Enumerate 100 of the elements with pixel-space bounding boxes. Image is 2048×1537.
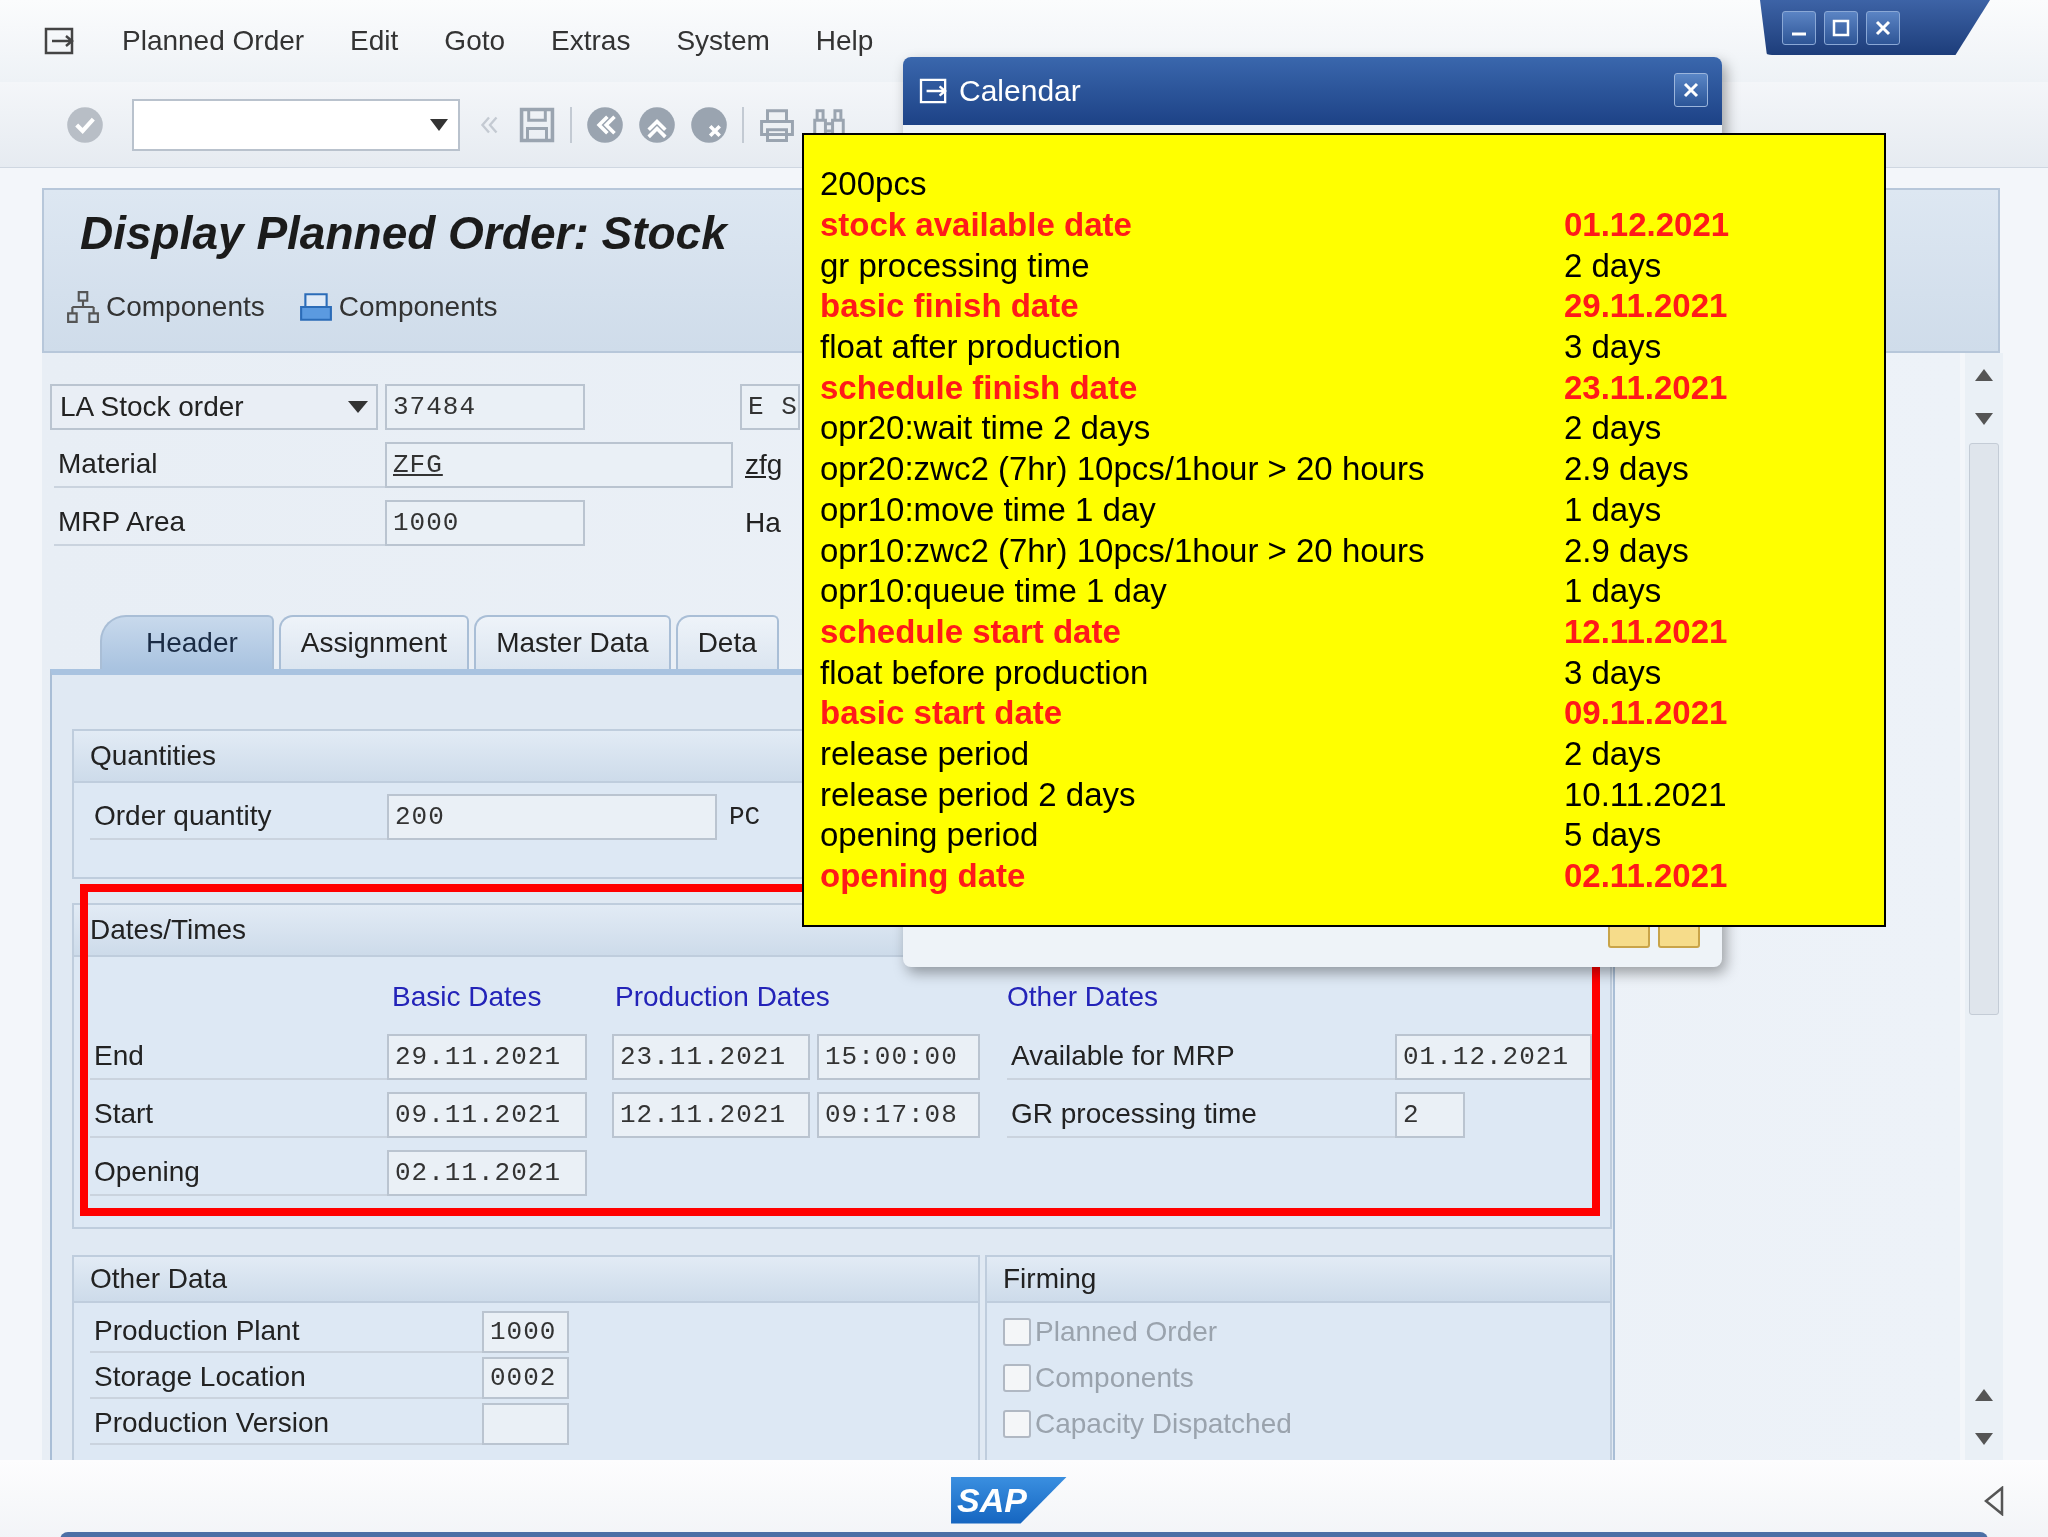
field-label: Storage Location [90, 1357, 482, 1399]
maximize-icon [1832, 18, 1850, 37]
menu-item[interactable]: System [676, 25, 770, 57]
tab[interactable]: Assignment [278, 615, 470, 669]
tab[interactable]: Header [100, 615, 274, 669]
menu-item[interactable]: Goto [444, 25, 506, 57]
hierarchy-icon [66, 290, 100, 324]
note-value: 1 days [1564, 490, 1662, 529]
note-text: opening period [820, 816, 1040, 855]
note-text: stock available date [820, 206, 1133, 245]
check-icon[interactable] [66, 105, 104, 144]
input-field[interactable] [482, 1403, 569, 1445]
note-value: 29.11.2021 [1564, 287, 1728, 326]
screen-title: Display Planned Order: Stock [80, 206, 727, 261]
menu-icon[interactable] [44, 27, 76, 55]
note-text: basic finish date [820, 287, 1080, 326]
checkbox-label: Components [1035, 1362, 1194, 1394]
scrollbar-thumb[interactable] [1969, 443, 1999, 1015]
close-button[interactable] [1866, 10, 1900, 45]
input-field[interactable]: 09:17:08 [817, 1092, 980, 1138]
input-field[interactable]: 15:00:00 [817, 1034, 980, 1080]
components-button[interactable]: Components [66, 290, 265, 324]
note-text: 200pcs [820, 165, 928, 204]
input-field[interactable]: 01.12.2021 [1395, 1034, 1592, 1080]
group-header: Firming [987, 1257, 1610, 1303]
column-header: Production Dates [615, 981, 831, 1013]
close-icon [1874, 18, 1892, 37]
caret-icon [348, 401, 368, 413]
input-field[interactable]: 12.11.2021 [612, 1092, 810, 1138]
close-button[interactable] [1674, 73, 1708, 107]
close-icon [1682, 81, 1700, 99]
collapse-icon[interactable] [1984, 1486, 2004, 1516]
note-value: 12.11.2021 [1564, 612, 1728, 651]
maximize-button[interactable] [1824, 10, 1858, 45]
menu-item[interactable]: Help [815, 25, 874, 57]
tray-icon [298, 290, 333, 324]
input-field[interactable]: ZFG [385, 442, 733, 488]
unit-text: PC [729, 802, 761, 832]
scroll-down-icon[interactable] [1975, 413, 1993, 425]
input-field[interactable]: 0002 [482, 1357, 569, 1399]
command-field[interactable] [132, 98, 460, 151]
menu-item[interactable]: Extras [551, 25, 631, 57]
note-text: schedule finish date [820, 368, 1139, 407]
note-text: gr processing time [820, 246, 1091, 285]
note-text: basic start date [820, 694, 1064, 733]
input-field[interactable]: 37484 [385, 384, 585, 430]
note-value: 2.9 days [1564, 531, 1689, 570]
caret-icon [430, 118, 448, 131]
column-header: Basic Dates [392, 981, 543, 1013]
note-value: 2 days [1564, 246, 1662, 285]
tab[interactable]: Master Data [474, 615, 671, 669]
minimize-button[interactable] [1782, 10, 1816, 45]
note-value: 09.11.2021 [1564, 694, 1728, 733]
input-field[interactable]: 23.11.2021 [612, 1034, 810, 1080]
group-header: Other Data [74, 1257, 978, 1303]
tab[interactable]: Deta [675, 615, 779, 669]
note-text: schedule start date [820, 612, 1122, 651]
note-value: 2.9 days [1564, 450, 1689, 489]
note-text: opening date [820, 857, 1027, 896]
dialog-title: Calendar [959, 74, 1081, 108]
checkbox-label: Planned Order [1035, 1316, 1218, 1348]
note-text: float after production [820, 328, 1122, 367]
input-field[interactable]: 2 [1395, 1092, 1465, 1138]
input-field[interactable]: 1000 [482, 1311, 569, 1353]
input-field[interactable]: 200 [387, 794, 717, 840]
checkbox-label: Capacity Dispatched [1035, 1408, 1292, 1440]
note-text: opr20:wait time 2 days [820, 409, 1152, 448]
menu-item[interactable]: Edit [350, 25, 399, 57]
note-value: 1 days [1564, 572, 1662, 611]
input-field[interactable]: E S [740, 384, 800, 430]
column-header: Other Dates [1007, 981, 1158, 1013]
menu-icon[interactable] [919, 78, 949, 104]
field-label: Production Plant [90, 1311, 482, 1353]
scroll-down-icon[interactable] [1975, 1433, 1993, 1445]
minimize-icon [1792, 31, 1806, 36]
input-field[interactable]: 09.11.2021 [387, 1092, 587, 1138]
menu-item[interactable]: Planned Order [122, 25, 305, 57]
field-label: Production Version [90, 1403, 482, 1445]
input-field[interactable]: 29.11.2021 [387, 1034, 587, 1080]
input-field[interactable]: 1000 [385, 500, 585, 546]
note-value: 3 days [1564, 653, 1662, 692]
logo: SAP [951, 1476, 1067, 1524]
order-type-dropdown[interactable]: LA Stock order [50, 384, 378, 430]
input-field[interactable]: 02.11.2021 [387, 1150, 587, 1196]
note-value: 23.11.2021 [1564, 368, 1728, 407]
description-text: Ha [745, 507, 781, 539]
note-value: 5 days [1564, 816, 1662, 855]
note-value: 3 days [1564, 328, 1662, 367]
note-value: 02.11.2021 [1564, 857, 1728, 896]
components-button[interactable]: Components [298, 290, 498, 324]
material-link[interactable]: zfg [745, 449, 783, 481]
scroll-up-icon[interactable] [1975, 369, 1993, 381]
note-text: opr10:zwc2 (7hr) 10pcs/1hour > 20 hours [820, 531, 1426, 570]
note-text: opr10:move time 1 day [820, 490, 1157, 529]
scroll-up-icon[interactable] [1975, 1389, 1993, 1401]
note-value: 2 days [1564, 409, 1662, 448]
note-text: float before production [820, 653, 1150, 692]
note-text: opr10:queue time 1 day [820, 572, 1168, 611]
note-value: 01.12.2021 [1564, 206, 1730, 245]
note-text: release period [820, 734, 1031, 773]
